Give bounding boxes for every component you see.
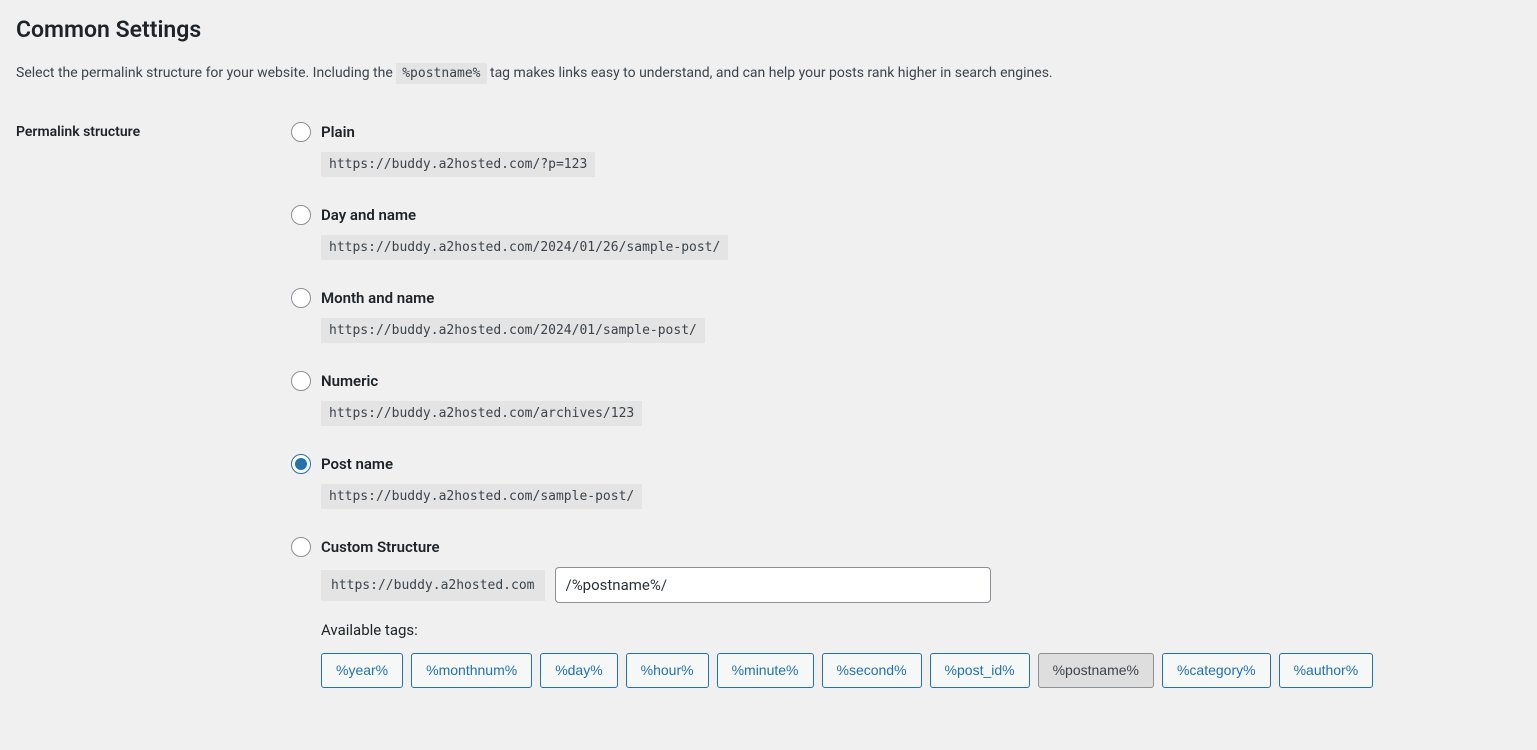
example-post-name: https://buddy.a2hosted.com/sample-post/ — [321, 484, 642, 509]
form-label: Permalink structure — [16, 122, 291, 688]
available-tags-label: Available tags: — [321, 621, 1521, 639]
tag-year[interactable]: %year% — [321, 653, 403, 688]
description-code: %postname% — [396, 63, 486, 84]
tag-category[interactable]: %category% — [1162, 653, 1271, 688]
option-label-custom[interactable]: Custom Structure — [321, 538, 440, 556]
tag-author[interactable]: %author% — [1279, 653, 1374, 688]
option-label-numeric[interactable]: Numeric — [321, 372, 378, 390]
option-post-name: Post name https://buddy.a2hosted.com/sam… — [291, 454, 1521, 509]
radio-custom[interactable] — [291, 537, 311, 557]
option-label-post-name[interactable]: Post name — [321, 455, 393, 473]
tag-hour[interactable]: %hour% — [626, 653, 709, 688]
option-numeric: Numeric https://buddy.a2hosted.com/archi… — [291, 371, 1521, 426]
tag-second[interactable]: %second% — [822, 653, 922, 688]
form-field: Plain https://buddy.a2hosted.com/?p=123 … — [291, 122, 1521, 688]
option-day-name: Day and name https://buddy.a2hosted.com/… — [291, 205, 1521, 260]
tag-monthnum[interactable]: %monthnum% — [411, 653, 532, 688]
option-label-day-name[interactable]: Day and name — [321, 206, 416, 224]
radio-day-name[interactable] — [291, 205, 311, 225]
radio-plain[interactable] — [291, 122, 311, 142]
radio-numeric[interactable] — [291, 371, 311, 391]
option-label-month-name[interactable]: Month and name — [321, 289, 434, 307]
radio-month-name[interactable] — [291, 288, 311, 308]
option-plain: Plain https://buddy.a2hosted.com/?p=123 — [291, 122, 1521, 177]
tag-minute[interactable]: %minute% — [717, 653, 814, 688]
option-custom: Custom Structure https://buddy.a2hosted.… — [291, 537, 1521, 688]
custom-structure-input[interactable] — [555, 567, 991, 603]
radio-post-name[interactable] — [291, 454, 311, 474]
tag-day[interactable]: %day% — [540, 653, 617, 688]
form-table: Permalink structure Plain https://buddy.… — [16, 122, 1521, 688]
section-description: Select the permalink structure for your … — [16, 63, 1521, 84]
example-day-name: https://buddy.a2hosted.com/2024/01/26/sa… — [321, 235, 728, 260]
section-title: Common Settings — [16, 16, 1521, 43]
tag-post-id[interactable]: %post_id% — [930, 653, 1030, 688]
option-month-name: Month and name https://buddy.a2hosted.co… — [291, 288, 1521, 343]
example-month-name: https://buddy.a2hosted.com/2024/01/sampl… — [321, 318, 705, 343]
tag-postname[interactable]: %postname% — [1038, 653, 1154, 688]
option-label-plain[interactable]: Plain — [321, 123, 355, 141]
description-prefix: Select the permalink structure for your … — [16, 65, 396, 81]
custom-prefix: https://buddy.a2hosted.com — [321, 570, 545, 601]
tag-buttons: %year% %monthnum% %day% %hour% %minute% … — [321, 653, 1521, 688]
description-suffix: tag makes links easy to understand, and … — [487, 65, 1053, 81]
example-numeric: https://buddy.a2hosted.com/archives/123 — [321, 401, 642, 426]
example-plain: https://buddy.a2hosted.com/?p=123 — [321, 152, 595, 177]
